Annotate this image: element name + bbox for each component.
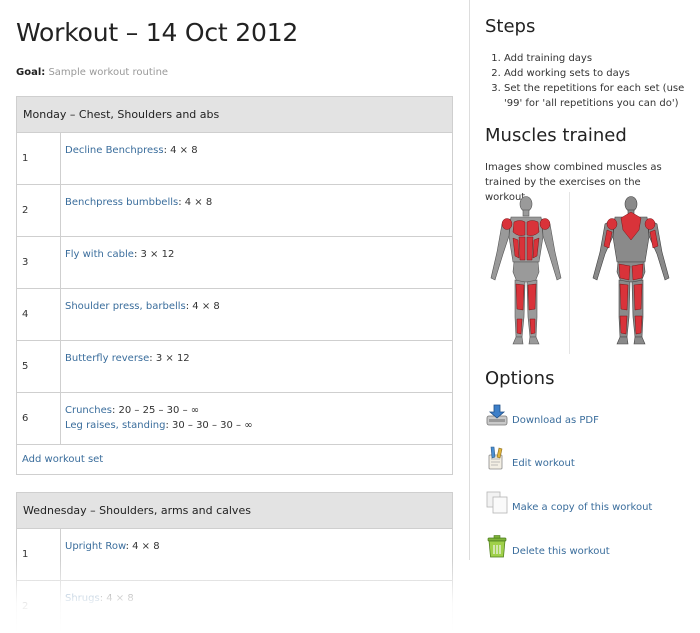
set-row: 4 Shoulder press, barbells: 4 × 8	[17, 289, 452, 341]
day-header: Wednesday – Shoulders, arms and calves	[17, 493, 452, 529]
goal: Goal: Sample workout routine	[16, 67, 168, 78]
exercise-reps: : 3 × 12	[149, 353, 190, 364]
download-pdf-link[interactable]: Download as PDF	[512, 415, 599, 427]
set-number: 6	[17, 393, 61, 444]
goal-label: Goal:	[16, 67, 46, 78]
exercise-reps: : 4 × 8	[163, 145, 198, 156]
set-row: 5 Butterfly reverse: 3 × 12	[17, 341, 452, 393]
edit-icon	[488, 446, 503, 470]
exercise-link[interactable]: Fly with cable	[65, 249, 134, 260]
muscles-back-image	[592, 196, 670, 345]
download-pdf-icon	[486, 404, 508, 426]
exercise-link[interactable]: Benchpress bumbbells	[65, 197, 178, 208]
delete-workout-option[interactable]: Delete this workout	[485, 534, 610, 558]
exercise-link[interactable]: Shoulder press, barbells	[65, 301, 186, 312]
exercise-reps: : 20 – 25 – 30 – ∞	[111, 405, 200, 416]
download-pdf-option[interactable]: Download as PDF	[485, 403, 599, 427]
exercise-link[interactable]: Shrugs	[65, 593, 100, 604]
set-row: 6 Crunches: 20 – 25 – 30 – ∞ Leg raises,…	[17, 393, 452, 445]
set-number: 2	[17, 581, 61, 632]
page-title: Workout – 14 Oct 2012	[16, 18, 299, 47]
copy-workout-option[interactable]: Make a copy of this workout	[485, 490, 652, 514]
set-number: 5	[17, 341, 61, 392]
exercise-reps: : 4 × 8	[125, 541, 160, 552]
set-row: 2 Shrugs: 4 × 8	[17, 581, 452, 632]
exercise-link[interactable]: Upright Row	[65, 541, 126, 552]
set-number: 4	[17, 289, 61, 340]
training-day-wednesday: Wednesday – Shoulders, arms and calves 1…	[16, 492, 453, 633]
set-number: 1	[17, 529, 61, 580]
exercise-reps: : 30 – 30 – 30 – ∞	[165, 420, 253, 431]
exercise-reps: : 4 × 8	[185, 301, 220, 312]
steps-title: Steps	[485, 16, 536, 37]
training-day-monday: Monday – Chest, Shoulders and abs 1 Decl…	[16, 96, 453, 475]
edit-workout-link[interactable]: Edit workout	[512, 458, 575, 470]
copy-icon	[486, 491, 508, 514]
exercise-link[interactable]: Butterfly reverse	[65, 353, 149, 364]
exercise-link[interactable]: Leg raises, standing	[65, 420, 165, 431]
goal-value: Sample workout routine	[48, 67, 169, 78]
day-header: Monday – Chest, Shoulders and abs	[17, 97, 452, 133]
step-item: Add working sets to days	[504, 66, 700, 81]
set-row: 3 Fly with cable: 3 × 12	[17, 237, 452, 289]
set-number: 3	[17, 237, 61, 288]
set-row: 1 Decline Benchpress: 4 × 8	[17, 133, 452, 185]
muscles-front-image	[490, 196, 562, 345]
delete-icon	[487, 535, 507, 558]
set-row: 1 Upright Row: 4 × 8	[17, 529, 452, 581]
exercise-link[interactable]: Crunches	[65, 405, 112, 416]
steps-list: Add training days Add working sets to da…	[485, 51, 700, 111]
exercise-reps: : 4 × 8	[99, 593, 134, 604]
delete-workout-link[interactable]: Delete this workout	[512, 546, 610, 558]
muscles-title: Muscles trained	[485, 125, 627, 146]
exercise-link[interactable]: Decline Benchpress	[65, 145, 164, 156]
exercise-reps: : 4 × 8	[178, 197, 213, 208]
set-number: 1	[17, 133, 61, 184]
add-workout-set-link[interactable]: Add workout set	[22, 454, 103, 465]
exercise-reps: : 3 × 12	[133, 249, 175, 260]
edit-workout-option[interactable]: Edit workout	[485, 446, 575, 470]
options-title: Options	[485, 368, 555, 389]
step-item: Set the repetitions for each set (use '9…	[504, 81, 700, 111]
step-item: Add training days	[504, 51, 700, 66]
set-number: 2	[17, 185, 61, 236]
muscles-image-separator	[569, 192, 570, 354]
sidebar-divider	[469, 0, 470, 560]
set-row: 2 Benchpress bumbbells: 4 × 8	[17, 185, 452, 237]
copy-workout-link[interactable]: Make a copy of this workout	[512, 502, 652, 514]
